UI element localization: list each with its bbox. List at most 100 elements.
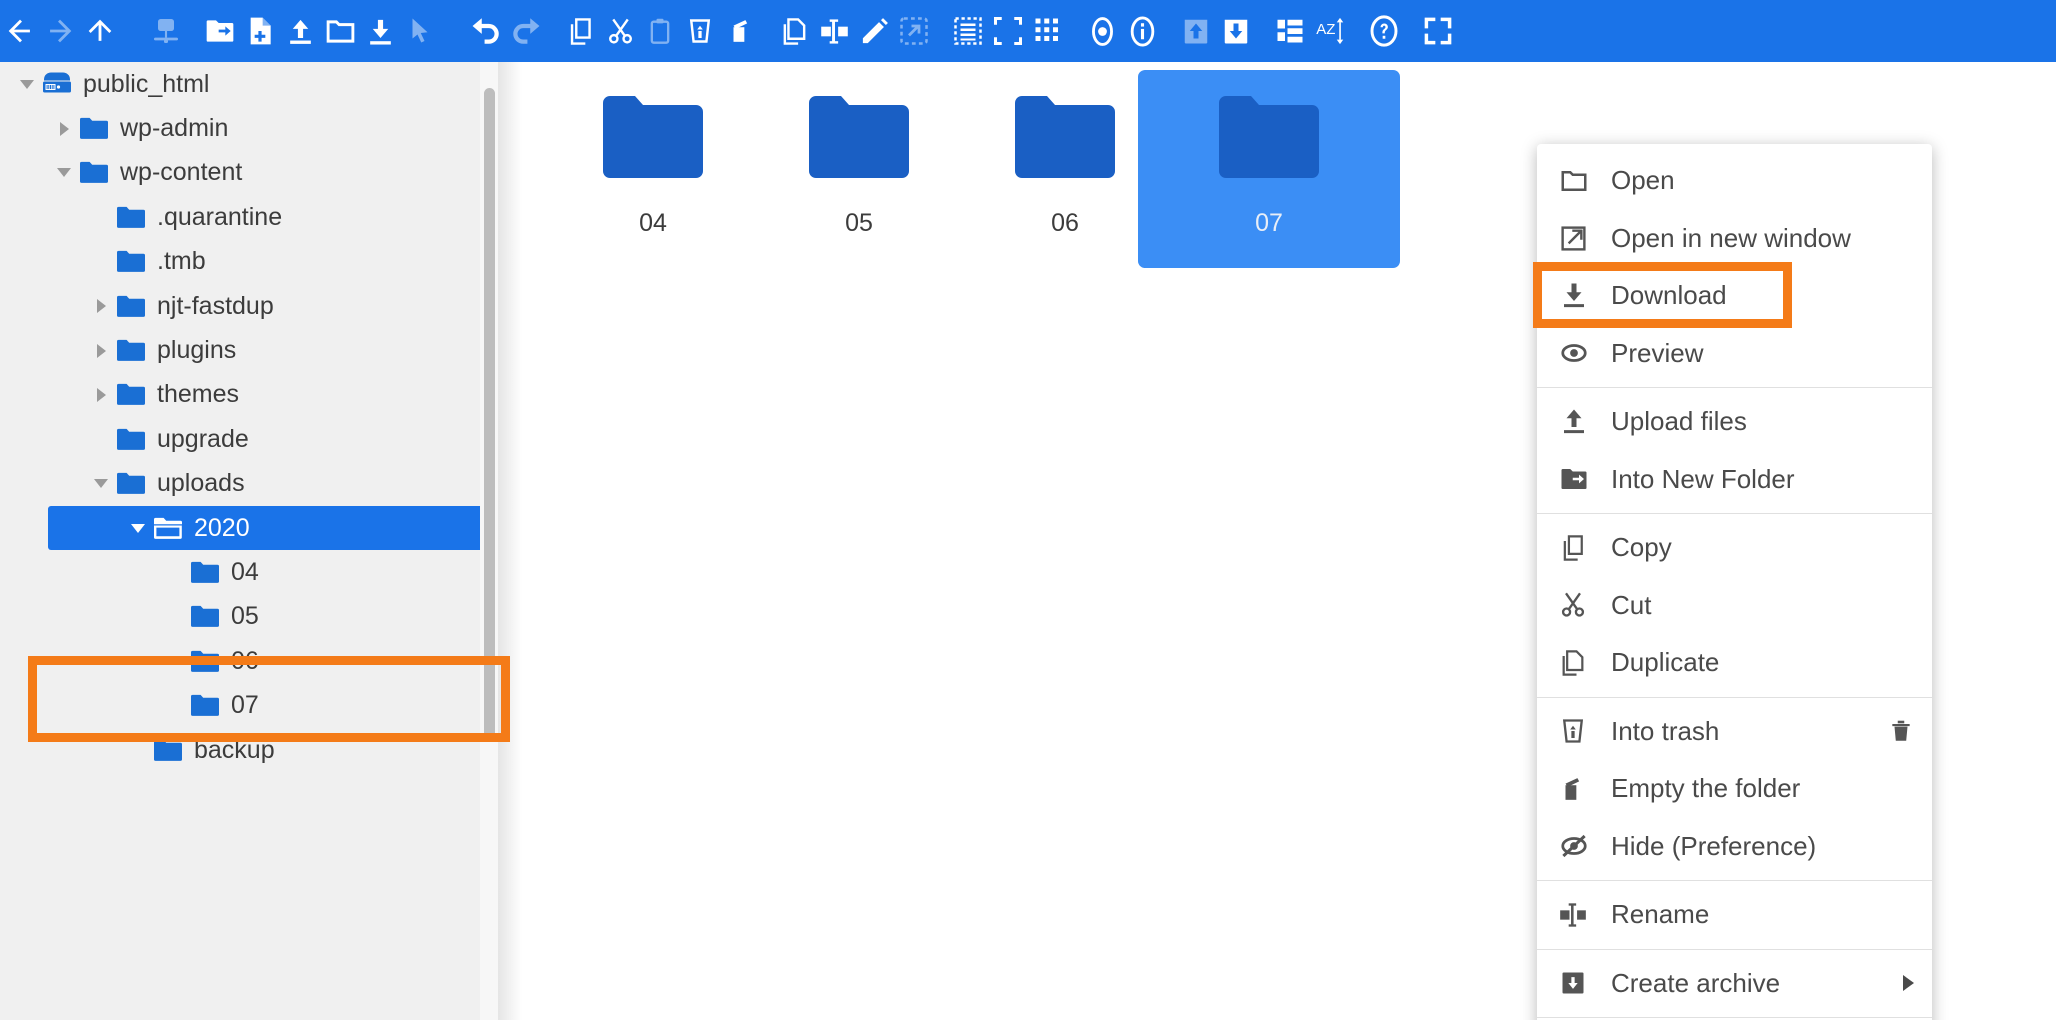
cut-icon	[1559, 591, 1599, 619]
tree-item-label: backup	[194, 735, 275, 764]
toolbar-empty-folder-icon[interactable]	[720, 0, 760, 62]
copy-icon	[1559, 534, 1599, 562]
toolbar-sort-az-icon[interactable]: AZ	[1310, 0, 1350, 62]
menu-item-into-new-folder[interactable]: Into New Folder	[1537, 451, 1932, 509]
tree-item-05[interactable]: 05	[0, 595, 498, 639]
toolbar-download-icon[interactable]	[360, 0, 400, 62]
folder-icon	[114, 469, 148, 499]
toolbar-create-archive-icon[interactable]	[1216, 0, 1256, 62]
chevron-down-icon[interactable]	[51, 160, 77, 186]
tree-item-tmb[interactable]: .tmb	[0, 240, 498, 284]
chevron-right-icon[interactable]	[88, 338, 114, 364]
toolbar-new-file-icon[interactable]	[240, 0, 280, 62]
toolbar-resize-icon	[894, 0, 934, 62]
tree-item-label: .quarantine	[157, 202, 283, 231]
toolbar-edit-icon[interactable]	[854, 0, 894, 62]
tree-item-themes[interactable]: themes	[0, 373, 498, 417]
toolbar-duplicate-icon[interactable]	[774, 0, 814, 62]
trash-bin-icon	[1559, 717, 1599, 745]
folder-icon	[77, 114, 111, 144]
folder-icon	[1015, 96, 1115, 183]
folder-icon	[809, 96, 909, 183]
tree-item-njtfastdup[interactable]: njt-fastdup	[0, 284, 498, 328]
toolbar-upload-icon[interactable]	[280, 0, 320, 62]
toolbar-back-icon[interactable]	[0, 0, 40, 62]
toolbar-new-folder-icon[interactable]	[200, 0, 240, 62]
menu-item-open[interactable]: Open	[1537, 152, 1932, 210]
menu-item-download[interactable]: Download	[1537, 267, 1932, 325]
external-link-icon	[1559, 224, 1599, 253]
menu-item-into-trash[interactable]: Into trash	[1537, 703, 1932, 761]
file-manager-window: AZ public_html wp-admin wp-content .quarant…	[0, 0, 2056, 1020]
menu-item-label: Open	[1611, 165, 1675, 196]
menu-item-label: Empty the folder	[1611, 773, 1801, 804]
menu-item-open-in-new-window[interactable]: Open in new window	[1537, 210, 1932, 268]
menu-item-rename[interactable]: Rename	[1537, 886, 1932, 944]
eye-off-icon	[1559, 831, 1599, 861]
toolbar-rename-icon[interactable]	[814, 0, 854, 62]
folder-icon	[603, 96, 703, 183]
chevron-right-icon[interactable]	[88, 382, 114, 408]
menu-item-empty-the-folder[interactable]: Empty the folder	[1537, 760, 1932, 818]
menu-item-create-archive[interactable]: Create archive	[1537, 955, 1932, 1013]
toolbar-info-icon[interactable]	[1122, 0, 1162, 62]
tree-item-label: uploads	[157, 469, 245, 498]
menu-item-label: Hide (Preference)	[1611, 830, 1817, 861]
tree-item-06[interactable]: 06	[0, 639, 498, 683]
toolbar-up-icon[interactable]	[80, 0, 120, 62]
toolbar: AZ	[0, 0, 2056, 62]
menu-item-upload-files[interactable]: Upload files	[1537, 393, 1932, 451]
toolbar-help-icon[interactable]	[1364, 0, 1404, 62]
toolbar-select-all-icon[interactable]	[948, 0, 988, 62]
tree-item-publichtml[interactable]: public_html	[0, 62, 498, 106]
toolbar-cut-icon[interactable]	[600, 0, 640, 62]
sidebar-scrollbar-thumb[interactable]	[484, 88, 495, 738]
toolbar-copy-icon[interactable]	[560, 0, 600, 62]
chevron-down-icon[interactable]	[88, 471, 114, 497]
menu-item-hide-preference-[interactable]: Hide (Preference)	[1537, 818, 1932, 876]
toolbar-open-folder-icon[interactable]	[320, 0, 360, 62]
chevron-down-icon[interactable]	[125, 515, 151, 541]
tree-item-label: upgrade	[157, 424, 249, 453]
chevron-right-icon[interactable]	[88, 293, 114, 319]
context-menu[interactable]: Open Open in new window Download Preview Upl…	[1537, 144, 1932, 1020]
tree-item-label: 06	[231, 646, 259, 675]
tree-item-2020[interactable]: 2020	[48, 505, 490, 551]
file-grid-item[interactable]: 07	[1138, 70, 1400, 268]
duplicate-icon	[1559, 649, 1599, 677]
folder-tree-sidebar[interactable]: public_html wp-admin wp-content .quarantine…	[0, 62, 498, 1020]
menu-item-preview[interactable]: Preview	[1537, 325, 1932, 383]
toolbar-trash-icon[interactable]	[680, 0, 720, 62]
tree-item-upgrade[interactable]: upgrade	[0, 417, 498, 461]
tree-item-04[interactable]: 04	[0, 550, 498, 594]
download-icon	[1559, 281, 1599, 311]
toolbar-undo-icon[interactable]	[466, 0, 506, 62]
chevron-down-icon[interactable]	[14, 71, 40, 97]
toolbar-fullscreen-icon[interactable]	[1418, 0, 1458, 62]
toolbar-preview-icon[interactable]	[1082, 0, 1122, 62]
menu-separator	[1537, 513, 1932, 514]
toolbar-select-none-icon[interactable]	[988, 0, 1028, 62]
tree-item-backup[interactable]: backup	[0, 728, 498, 772]
menu-item-duplicate[interactable]: Duplicate	[1537, 634, 1932, 692]
menu-item-cut[interactable]: Cut	[1537, 577, 1932, 635]
tree-item-quarantine[interactable]: .quarantine	[0, 195, 498, 239]
tree-item-wpadmin[interactable]: wp-admin	[0, 106, 498, 150]
menu-item-label: Into trash	[1611, 715, 1720, 746]
tree-item-plugins[interactable]: plugins	[0, 328, 498, 372]
tree-item-label: 04	[231, 557, 259, 586]
tree-item-07[interactable]: 07	[0, 683, 498, 727]
svg-text:AZ: AZ	[1316, 21, 1335, 38]
toolbar-invert-selection-icon[interactable]	[1028, 0, 1068, 62]
chevron-right-icon[interactable]	[51, 116, 77, 142]
folder-icon	[1559, 166, 1599, 196]
tree-item-uploads[interactable]: uploads	[0, 462, 498, 506]
trash-icon	[1888, 718, 1914, 744]
menu-item-copy[interactable]: Copy	[1537, 519, 1932, 577]
toolbar-paste-icon	[640, 0, 680, 62]
tree-item-wpcontent[interactable]: wp-content	[0, 151, 498, 195]
toolbar-view-list-icon[interactable]	[1270, 0, 1310, 62]
file-grid-item-label: 06	[1051, 209, 1079, 237]
